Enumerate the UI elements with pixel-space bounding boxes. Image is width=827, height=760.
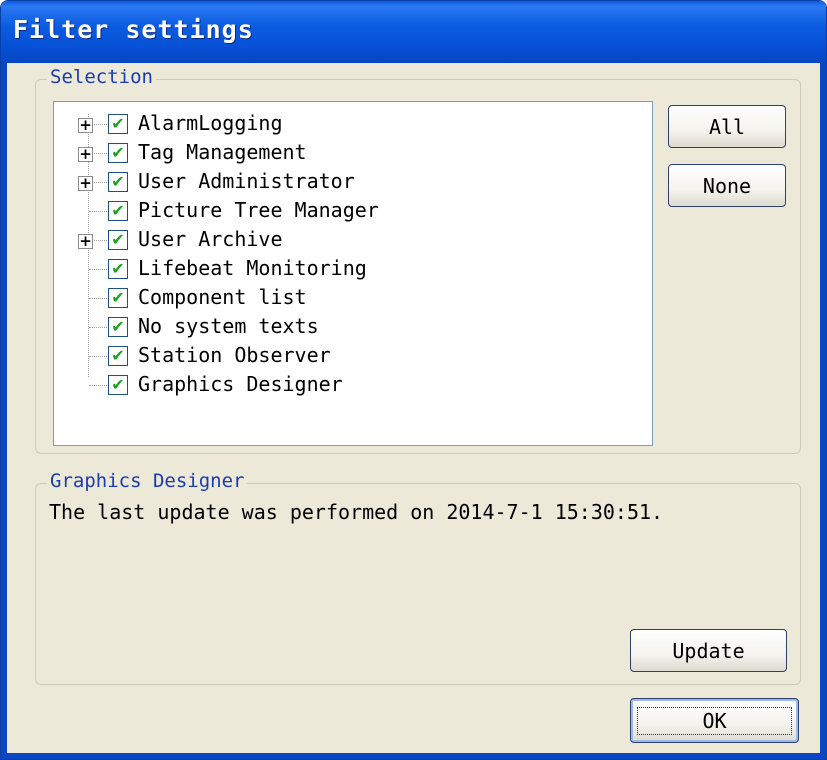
tree-connector <box>89 269 107 270</box>
tree-item[interactable]: ✔ Lifebeat Monitoring <box>54 256 614 285</box>
expand-plus-icon[interactable]: + <box>78 147 93 162</box>
tree-connector <box>89 298 107 299</box>
selection-group-label: Selection <box>47 67 156 87</box>
ok-button[interactable]: OK <box>630 698 799 743</box>
all-button-label: All <box>708 114 746 139</box>
tree-item[interactable]: ✔ Station Observer <box>54 343 614 372</box>
tree-item-label: Graphics Designer <box>138 372 343 396</box>
tree-item-label: No system texts <box>138 314 319 338</box>
detail-group-label: Graphics Designer <box>47 471 248 491</box>
expand-plus-icon[interactable]: + <box>78 176 93 191</box>
window-bottom-border <box>1 753 826 759</box>
tree-item[interactable]: + ✔ User Archive <box>54 227 614 256</box>
checkbox[interactable]: ✔ <box>108 172 128 192</box>
checkbox[interactable]: ✔ <box>108 259 128 279</box>
selection-tree[interactable]: + ✔ AlarmLogging + ✔ Tag Management + ✔ User Adm… <box>53 101 653 446</box>
update-button[interactable]: Update <box>630 629 787 672</box>
expand-plus-icon[interactable]: + <box>78 118 93 133</box>
tree-connector <box>89 327 107 328</box>
tree-item[interactable]: ✔ No system texts <box>54 314 614 343</box>
ok-button-label: OK <box>637 706 792 735</box>
tree-item-label: Station Observer <box>138 343 331 367</box>
checkbox[interactable]: ✔ <box>108 201 128 221</box>
all-button[interactable]: All <box>668 105 786 148</box>
tree-item-label: AlarmLogging <box>138 111 283 135</box>
checkbox[interactable]: ✔ <box>108 375 128 395</box>
update-button-label: Update <box>672 638 745 663</box>
none-button[interactable]: None <box>668 164 786 207</box>
tree-item[interactable]: + ✔ AlarmLogging <box>54 111 614 140</box>
tree-item-label: User Archive <box>138 227 283 251</box>
window-left-border <box>1 63 7 759</box>
tree-connector <box>89 211 107 212</box>
tree-item[interactable]: + ✔ Tag Management <box>54 140 614 169</box>
tree-item-label: Lifebeat Monitoring <box>138 256 367 280</box>
tree-item[interactable]: ✔ Component list <box>54 285 614 314</box>
window-title: Filter settings <box>13 15 254 44</box>
last-update-status: The last update was performed on 2014-7-… <box>49 500 664 524</box>
tree-item[interactable]: ✔ Picture Tree Manager <box>54 198 614 227</box>
tree-item-label: Picture Tree Manager <box>138 198 379 222</box>
checkbox[interactable]: ✔ <box>108 114 128 134</box>
title-bar[interactable]: Filter settings <box>1 1 826 63</box>
tree-item[interactable]: ✔ Graphics Designer <box>54 372 614 401</box>
none-button-label: None <box>702 173 752 198</box>
checkbox[interactable]: ✔ <box>108 346 128 366</box>
filter-settings-dialog: Filter settings Selection + ✔ AlarmLogging… <box>0 0 827 760</box>
window-right-border <box>820 63 826 759</box>
tree-item-label: Tag Management <box>138 140 307 164</box>
checkbox[interactable]: ✔ <box>108 288 128 308</box>
tree-item-label: Component list <box>138 285 307 309</box>
expand-plus-icon[interactable]: + <box>78 234 93 249</box>
checkbox[interactable]: ✔ <box>108 230 128 250</box>
tree-connector <box>89 385 107 386</box>
checkbox[interactable]: ✔ <box>108 317 128 337</box>
tree-connector <box>89 356 107 357</box>
tree-item-label: User Administrator <box>138 169 355 193</box>
tree-item[interactable]: + ✔ User Administrator <box>54 169 614 198</box>
checkbox[interactable]: ✔ <box>108 143 128 163</box>
